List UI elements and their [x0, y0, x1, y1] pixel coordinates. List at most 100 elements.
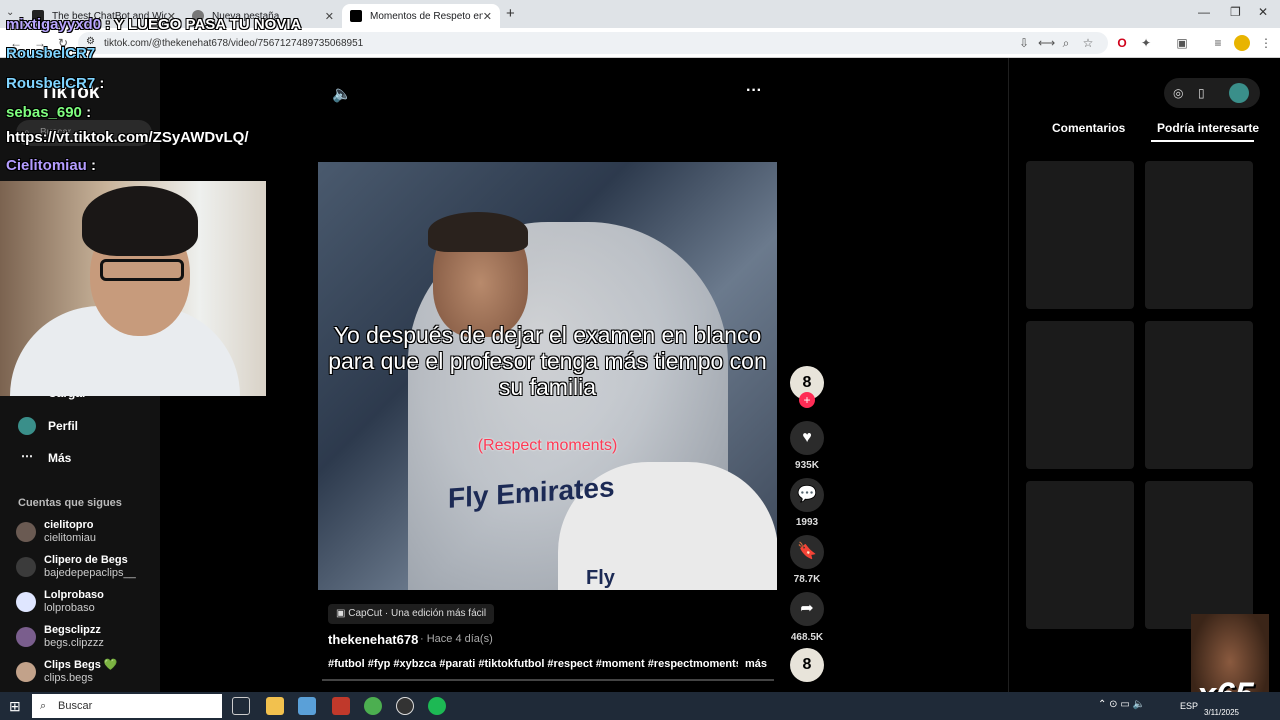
sound-disc[interactable]: 8 [790, 648, 824, 682]
profile-avatar-icon[interactable] [1234, 35, 1250, 51]
streamer-hair [82, 186, 198, 256]
taskbar-search[interactable]: ⌕ Buscar [32, 694, 222, 718]
sidebar-item-label: Perfil [48, 419, 79, 433]
close-tab-icon[interactable]: ✕ [325, 10, 334, 23]
phone-icon[interactable]: ▯ [1198, 86, 1205, 100]
chat-line: Cielitomiau : [6, 157, 96, 174]
tab-title: Momentos de Respeto en [370, 10, 483, 22]
account-text: Lolprobaso lolprobaso [44, 589, 104, 615]
tab-comments[interactable]: Comentarios [1052, 121, 1125, 135]
windows-start-icon[interactable]: ⊞ [9, 698, 21, 715]
spotify-icon[interactable] [428, 697, 446, 715]
minimize-icon[interactable]: — [1198, 5, 1210, 19]
video-caption: Yo después de dejar el examen en blanco … [328, 322, 767, 400]
recommended-video-tile[interactable] [1145, 321, 1253, 469]
cast-icon[interactable]: ▣ [1174, 35, 1190, 51]
clock-date[interactable]: 3/11/2025 [1204, 708, 1239, 717]
chat-user: RousbelCR7 [6, 45, 96, 62]
chat-user: Cielitomiau [6, 157, 87, 174]
chat-message: : [86, 104, 92, 121]
restore-icon[interactable]: ❐ [1230, 5, 1241, 19]
account-text: Clipero de Begs bajedepepaclips__ [44, 554, 136, 580]
search-icon: ⌕ [40, 699, 47, 712]
progress-bar[interactable] [322, 679, 774, 681]
task-view-icon[interactable] [232, 697, 250, 715]
tab-recommended[interactable]: Podría interesarte [1157, 121, 1259, 135]
file-explorer-icon[interactable] [266, 697, 284, 715]
more-icon: ⋯ [21, 449, 33, 463]
close-window-icon[interactable]: ✕ [1258, 5, 1268, 19]
chat-message: : [91, 157, 97, 174]
following-account[interactable]: Clipero de Begs bajedepepaclips__ [16, 551, 156, 583]
new-tab-button[interactable]: + [506, 5, 515, 22]
menu-kebab-icon[interactable]: ⋮ [1258, 35, 1274, 51]
account-username: begs.clipzzz [44, 637, 104, 649]
sidebar-item-more[interactable]: ⋯ Más [18, 449, 71, 467]
save-button[interactable]: 🔖 [790, 535, 824, 569]
share-button[interactable]: ➦ [790, 592, 824, 626]
chat-message: https://vt.tiktok.com/ZSyAWDvLQ/ [6, 129, 249, 146]
url-text: tiktok.com/@thekenehat678/video/75671274… [104, 37, 364, 49]
account-username: lolprobaso [44, 602, 95, 614]
tiktok-favicon-icon [350, 10, 362, 22]
following-account[interactable]: Clips Begs 💚 clips.begs [16, 656, 156, 688]
obs-icon[interactable] [396, 697, 414, 715]
recommended-video-tile[interactable] [1026, 321, 1134, 469]
opera-icon[interactable]: O [1114, 35, 1130, 51]
post-time: · Hace 4 día(s) [420, 633, 493, 645]
avatar [16, 627, 36, 647]
address-bar[interactable]: ⚙ tiktok.com/@thekenehat678/video/756712… [78, 32, 1108, 54]
sidebar-item-profile[interactable]: Perfil [18, 417, 78, 435]
volume-icon[interactable]: 🔈 [332, 84, 352, 104]
user-avatar[interactable] [1229, 83, 1249, 103]
bookmark-star-icon[interactable]: ☆ [1080, 35, 1096, 51]
video-player[interactable]: Fly Emirates Fly Yo después de dejar el … [318, 162, 777, 590]
more-options-button[interactable]: ··· [746, 82, 762, 100]
account-name: Clipero de Begs [44, 554, 128, 566]
system-tray-icons[interactable]: ⌃ ⊙ ▭ 🔈 [1098, 699, 1145, 710]
close-tab-icon[interactable]: ✕ [483, 10, 492, 23]
account-name: Begsclipzz [44, 624, 101, 636]
like-count: 935K [795, 460, 819, 471]
like-button[interactable]: ♥ [790, 421, 824, 455]
account-text: cielitopro cielitomiau [44, 519, 96, 545]
following-account[interactable]: Begsclipzz begs.clipzzz [16, 621, 156, 653]
save-count: 78.7K [793, 574, 821, 585]
following-account[interactable]: cielitopro cielitomiau [16, 516, 156, 548]
extensions-icon[interactable]: ✦ [1138, 35, 1154, 51]
recommended-video-tile[interactable] [1026, 481, 1134, 629]
app-icon[interactable] [298, 697, 316, 715]
recommended-video-tile[interactable] [1026, 161, 1134, 309]
app-icon[interactable] [332, 697, 350, 715]
install-icon[interactable]: ⇩ [1016, 35, 1032, 51]
chat-line: RousbelCR7 : [6, 75, 104, 92]
capcut-label: CapCut · Una edición más fácil [348, 608, 487, 619]
more-link[interactable]: más [745, 658, 767, 670]
account-text: Begsclipzz begs.clipzzz [44, 624, 104, 650]
recommended-video-tile[interactable] [1145, 161, 1253, 309]
chat-user: RousbelCR7 [6, 75, 96, 92]
author-name[interactable]: thekenehat678 [328, 632, 418, 647]
chrome-icon[interactable] [364, 697, 382, 715]
recommended-video-tile[interactable] [1145, 481, 1253, 629]
language-indicator[interactable]: ESP [1180, 701, 1198, 711]
following-account[interactable]: Lolprobaso lolprobaso [16, 586, 156, 618]
following-title: Cuentas que sigues [18, 497, 122, 509]
browser-tab-tiktok[interactable]: Momentos de Respeto en ✕ [342, 4, 500, 28]
compass-icon[interactable]: ◎ [1173, 86, 1183, 100]
profile-icon [18, 417, 36, 435]
capcut-badge[interactable]: ▣ CapCut · Una edición más fácil [328, 604, 495, 624]
hashtags[interactable]: #futbol #fyp #xybzca #parati #tiktokfutb… [328, 658, 738, 670]
streamer-glasses [100, 259, 184, 281]
translate-icon[interactable]: ⟷ [1038, 35, 1055, 51]
tab-active-underline [1151, 140, 1254, 142]
chat-line: sebas_690 : [6, 104, 91, 121]
follow-plus-icon[interactable]: + [799, 392, 815, 408]
account-username: clips.begs [44, 672, 93, 684]
video-caption-sub: (Respect moments) [477, 437, 618, 454]
zoom-icon[interactable]: ⌕ [1058, 35, 1074, 51]
account-username: bajedepepaclips__ [44, 567, 136, 579]
avatar [16, 662, 36, 682]
reading-list-icon[interactable]: ≡ [1210, 35, 1226, 51]
comment-button[interactable]: 💬 [790, 478, 824, 512]
